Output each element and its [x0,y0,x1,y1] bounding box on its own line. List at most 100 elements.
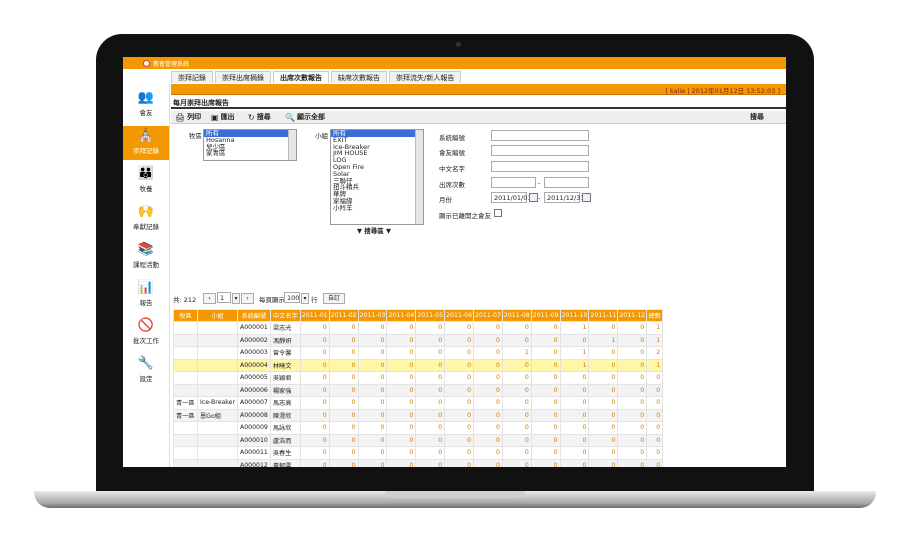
print-button[interactable]: 🖨 列印 [175,112,201,122]
column-header[interactable]: 總數 [646,309,664,322]
column-header[interactable]: 2011-09 [530,309,561,322]
search-link[interactable]: 搜尋 [750,112,764,122]
sidebar-item-members[interactable]: 👥 會友 [123,88,169,122]
table-row[interactable]: 青一區 恩Go組 A000008 陳澄欣 0 0 0 0 0 0 0 0 0 0 0 0 0 [173,408,664,422]
table-row[interactable]: A000003 曾令馨 0 0 0 0 0 0 0 1 0 1 0 0 2 [173,346,664,360]
chinese-name-input[interactable] [491,161,589,172]
sidebar-item-batch[interactable]: 🚫 批次工作 [123,316,169,350]
column-header[interactable]: 2011-11 [588,309,619,322]
sidebar-item-label: 報告 [139,299,153,307]
scrollbar[interactable] [288,130,296,160]
column-header[interactable]: 2011-05 [415,309,446,322]
table-row[interactable]: A000010 盧浩而 0 0 0 0 0 0 0 0 0 0 0 0 0 [173,433,664,447]
show-all-button[interactable]: 🔍 顯示全部 [285,112,325,122]
list-item[interactable]: 家青區 [204,150,296,157]
table-row[interactable]: A000006 楊家強 0 0 0 0 0 0 0 0 0 0 0 0 0 [173,383,664,397]
scrollbar[interactable] [415,130,423,224]
table-cell: 0 [299,358,330,372]
page-select[interactable]: 1 [217,292,231,303]
table-cell: A000011 [237,446,271,460]
column-header[interactable]: 中文名字 [269,309,301,322]
table-row[interactable]: A000001 梁志光 0 0 0 0 0 0 0 0 0 1 0 0 1 [173,321,664,335]
table-cell: 黃郁雲 [269,458,301,467]
tab-lost-new-report[interactable]: 崇拜流失/新人報告 [389,71,462,83]
table-row[interactable]: A000012 黃郁雲 0 0 0 0 0 0 0 0 0 0 0 0 0 [173,458,664,467]
column-header[interactable]: 2011-08 [501,309,532,322]
table-cell [173,358,198,372]
table-row[interactable]: A000004 林曉文 0 0 0 0 0 0 0 0 0 1 0 0 1 [173,358,664,372]
tab-attendance-report[interactable]: 出席次數報告 [273,71,329,83]
tab-absence-report[interactable]: 缺席次數報告 [331,71,387,83]
calendar-icon[interactable] [582,193,591,202]
show-left-checkbox[interactable] [494,209,502,217]
table-cell: 0 [588,458,619,467]
column-header[interactable]: 牧區 [173,309,198,322]
table-cell: 0 [386,333,417,347]
settings-icon: 🔧 [137,356,155,371]
attendance-max-input[interactable] [544,177,589,188]
month-from-input[interactable]: 2011/01/01 [491,192,531,203]
search-button[interactable]: ↻ 搜尋 [248,112,271,122]
system-id-input[interactable] [491,130,589,141]
column-header[interactable]: 系統編號 [237,309,271,322]
table-cell: 0 [473,383,503,397]
search-area-toggle[interactable]: ▼ 搜尋區 ▼ [357,225,391,235]
sidebar-item-worship[interactable]: ⛪ 崇拜記錄 [123,126,169,160]
sidebar-item-settings[interactable]: 🔧 設定 [123,354,169,388]
column-header[interactable]: 2011-02 [328,309,359,322]
sidebar-item-pastoral[interactable]: 👪 牧養 [123,164,169,198]
table-cell: 0 [588,346,619,360]
pastoral-listbox[interactable]: 所有 Hosanna 兒少區 家青區 [203,129,297,161]
table-cell [173,333,198,347]
table-cell: 0 [530,458,561,467]
next-page-button[interactable]: › [241,293,254,304]
month-to-input[interactable]: 2011/12/31 [544,192,584,203]
calendar-icon[interactable] [529,193,538,202]
per-page-dropdown[interactable]: ▾ [301,293,309,304]
table-cell: 0 [473,446,503,460]
tab-worship-records[interactable]: 崇拜記錄 [171,71,213,83]
table-cell: 0 [299,433,330,447]
attendance-min-input[interactable] [491,177,536,188]
table-row[interactable]: A000011 吳春生 0 0 0 0 0 0 0 0 0 0 0 0 0 [173,446,664,460]
table-cell: 曾令馨 [269,346,301,360]
column-header[interactable]: 2011-01 [299,309,330,322]
prev-page-button[interactable]: ‹ [203,293,216,304]
table-cell: 0 [530,383,561,397]
table-cell: 0 [357,346,388,360]
column-header[interactable]: 2011-03 [357,309,388,322]
group-listbox[interactable]: 所有 EXIT Ice-Breaker JIM HOUSE LOG Open F… [330,129,424,225]
table-cell: 0 [444,383,475,397]
export-button[interactable]: ▣ 匯出 [211,112,235,122]
column-header[interactable]: 2011-12 [617,309,648,322]
column-header[interactable]: 2011-04 [386,309,417,322]
show-left-label: 顯示已離開之會友 [439,212,491,220]
sidebar-item-reports[interactable]: 📊 報告 [123,278,169,312]
custom-button[interactable]: 自訂 [323,293,345,304]
table-cell: A000001 [237,321,271,335]
table-cell: 吳春生 [269,446,301,460]
table-row[interactable]: A000002 馮靜妍 0 0 0 0 0 0 0 0 0 0 1 0 1 [173,333,664,347]
table-cell: A000010 [237,433,271,447]
sidebar-item-courses[interactable]: 📚 課程活動 [123,240,169,274]
attendance-table: 牧區 小組 系統編號 中文名字 2011-01 2011-02 2011-03 2011-04… [173,309,664,467]
table-cell: 0 [328,358,359,372]
column-header[interactable]: 2011-10 [559,309,590,322]
table-row[interactable]: A000005 吳穎君 0 0 0 0 0 0 0 0 0 0 0 0 0 [173,371,664,385]
column-header[interactable]: 2011-06 [444,309,475,322]
per-page-select[interactable]: 100 [284,292,300,303]
member-id-input[interactable] [491,145,589,156]
sidebar-item-offering[interactable]: 🙌 奉獻記錄 [123,202,169,236]
table-row[interactable]: 青一區 Ice-Breaker A000007 馬志高 0 0 0 0 0 0 0 0 0 0 0 0 0 [173,396,664,410]
page-dropdown[interactable]: ▾ [232,293,240,304]
app-logo[interactable]: 教會管理系統 [143,59,189,68]
table-cell: 0 [299,458,330,467]
table-cell: 0 [357,446,388,460]
list-item[interactable]: 小羚羊 [331,204,423,212]
table-cell: 0 [617,408,648,422]
tab-worship-summary[interactable]: 崇拜出席摘錄 [215,71,271,83]
table-row[interactable]: A000009 馬詠欣 0 0 0 0 0 0 0 0 0 0 0 0 0 [173,421,664,435]
table-cell: 0 [617,433,648,447]
column-header[interactable]: 2011-07 [473,309,503,322]
column-header[interactable]: 小組 [196,309,239,322]
